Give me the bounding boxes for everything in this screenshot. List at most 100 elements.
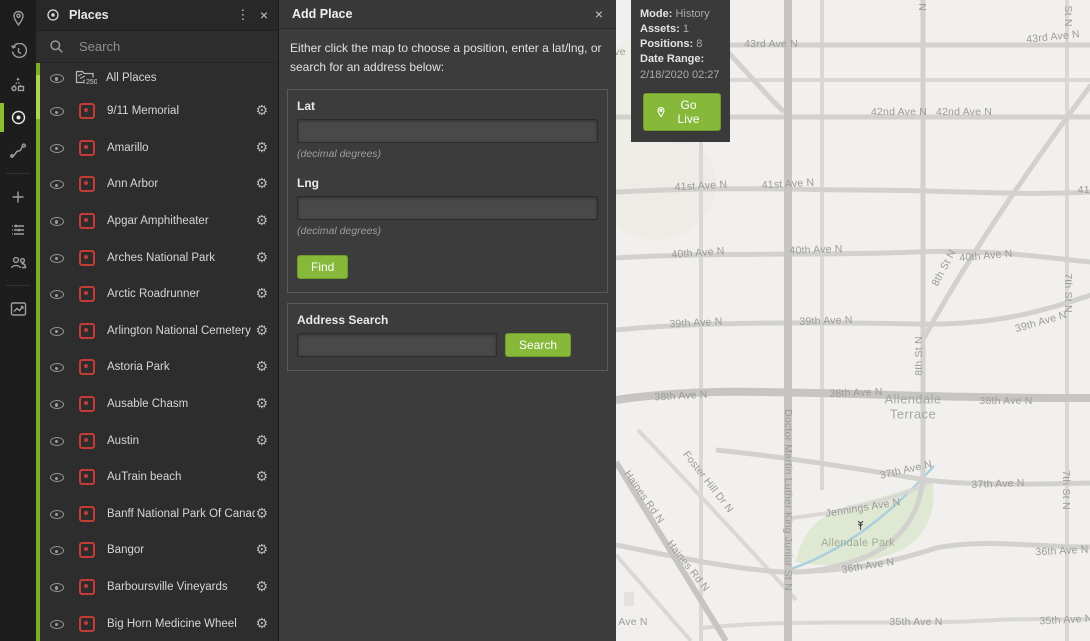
place-marker-icon [79,433,95,449]
history-icon[interactable] [0,35,36,68]
place-marker-icon [79,506,95,522]
gear-icon[interactable]: ⚙ [255,213,268,229]
gear-icon[interactable]: ⚙ [255,140,268,156]
kebab-menu-icon[interactable]: ⋮ [234,7,252,23]
close-icon[interactable]: × [260,7,268,23]
find-button[interactable]: Find [297,255,348,279]
reports-chart-icon[interactable] [0,292,36,325]
gear-icon[interactable]: ⚙ [255,506,268,522]
street-label: ve [616,46,626,58]
place-row[interactable]: AuTrain beach⚙ [40,459,278,496]
tracking-status-box: Mode: History Assets: 1 Positions: 8 Dat… [631,0,730,142]
gear-icon[interactable]: ⚙ [255,396,268,412]
gear-icon[interactable]: ⚙ [255,103,268,119]
place-name: All Places [106,72,268,84]
street-label: St N [1062,5,1074,26]
places-search-row [36,31,278,63]
place-name: Bangor [107,544,255,556]
visibility-eye-icon[interactable] [49,214,65,228]
add-plus-icon[interactable] [0,180,36,213]
place-row[interactable]: Ann Arbor⚙ [40,166,278,203]
place-row[interactable]: Big Horn Medicine Wheel⚙ [40,605,278,641]
visibility-eye-icon[interactable] [49,470,65,484]
gear-icon[interactable]: ⚙ [255,433,268,449]
place-name: Arlington National Cemetery [107,325,255,337]
place-row[interactable]: Amarillo⚙ [40,130,278,167]
add-place-panel: Add Place × Either click the map to choo… [279,0,616,641]
gear-icon[interactable]: ⚙ [255,469,268,485]
visibility-eye-icon[interactable] [49,177,65,191]
gear-icon[interactable]: ⚙ [255,286,268,302]
latlng-fieldset: Lat (decimal degrees) Lng (decimal degre… [287,89,608,293]
list-settings-icon[interactable] [0,213,36,246]
place-name: Barboursville Vineyards [107,581,255,593]
gear-icon[interactable]: ⚙ [255,323,268,339]
place-row[interactable]: Barboursville Vineyards⚙ [40,569,278,606]
lng-input[interactable] [297,196,598,220]
visibility-eye-icon[interactable] [49,397,65,411]
visibility-eye-icon[interactable] [49,71,65,85]
visibility-eye-icon[interactable] [49,251,65,265]
place-name: Big Horn Medicine Wheel [107,618,255,630]
route-icon[interactable] [0,134,36,167]
gear-icon[interactable]: ⚙ [255,542,268,558]
close-icon[interactable]: × [595,6,603,22]
list-scroll-thumb[interactable] [36,75,40,119]
gear-icon[interactable]: ⚙ [255,176,268,192]
visibility-eye-icon[interactable] [49,543,65,557]
visibility-eye-icon[interactable] [49,324,65,338]
all-places-row[interactable]: 250 All Places [40,63,278,93]
places-search-input[interactable] [77,38,241,55]
visibility-eye-icon[interactable] [49,287,65,301]
place-row[interactable]: Austin⚙ [40,422,278,459]
places-target-icon[interactable] [0,101,36,134]
visibility-eye-icon[interactable] [49,141,65,155]
app-window: Places ⋮ × 250 All Places 9/11 Memorial⚙… [0,0,1090,641]
place-row[interactable]: Arctic Roadrunner⚙ [40,276,278,313]
add-place-title: Add Place [292,7,587,21]
map-pin-icon[interactable] [0,2,36,35]
place-row[interactable]: Arches National Park⚙ [40,239,278,276]
mode-value: History [675,8,709,20]
street-label: Terrace [890,407,936,422]
gear-icon[interactable]: ⚙ [255,250,268,266]
visibility-eye-icon[interactable] [49,580,65,594]
list-scroll-track[interactable] [36,63,40,641]
place-marker-icon [79,542,95,558]
address-search-button[interactable]: Search [505,333,571,357]
contacts-icon[interactable] [0,246,36,279]
lng-label: Lng [297,176,598,190]
place-marker-icon [79,140,95,156]
place-row[interactable]: Ausable Chasm⚙ [40,386,278,423]
lat-hint: (decimal degrees) [297,148,598,160]
place-row[interactable]: Bangor⚙ [40,532,278,569]
place-row[interactable]: Banff National Park Of Canada⚙ [40,496,278,533]
place-row[interactable]: Apgar Amphitheater⚙ [40,203,278,240]
date-range-value: 2/18/2020 02:27 [640,69,720,81]
place-name: Arctic Roadrunner [107,288,255,300]
address-search-input[interactable] [297,333,497,357]
visibility-eye-icon[interactable] [49,617,65,631]
place-marker-icon [79,396,95,412]
visibility-eye-icon[interactable] [49,434,65,448]
lat-input[interactable] [297,119,598,143]
places-list: 250 All Places 9/11 Memorial⚙ Amarillo⚙ … [36,63,278,641]
lat-label: Lat [297,99,598,113]
street-label: 39th Ave N [799,314,853,328]
place-marker-icon [79,323,95,339]
place-row[interactable]: Arlington National Cemetery⚙ [40,313,278,350]
visibility-eye-icon[interactable] [49,104,65,118]
place-name: Ann Arbor [107,178,255,190]
gear-icon[interactable]: ⚙ [255,359,268,375]
visibility-eye-icon[interactable] [49,507,65,521]
gear-icon[interactable]: ⚙ [255,579,268,595]
place-row[interactable]: 9/11 Memorial⚙ [40,93,278,130]
go-live-button[interactable]: Go Live [643,93,721,131]
map-canvas[interactable]: veNSt N43rd Ave N43rd Ave N42nd Ave N42n… [616,0,1090,641]
place-row[interactable]: Astoria Park⚙ [40,349,278,386]
assets-hierarchy-icon[interactable] [0,68,36,101]
street-label: 7th St N [1060,470,1072,510]
add-place-body: Either click the map to choose a positio… [279,29,616,391]
visibility-eye-icon[interactable] [49,360,65,374]
gear-icon[interactable]: ⚙ [255,616,268,632]
